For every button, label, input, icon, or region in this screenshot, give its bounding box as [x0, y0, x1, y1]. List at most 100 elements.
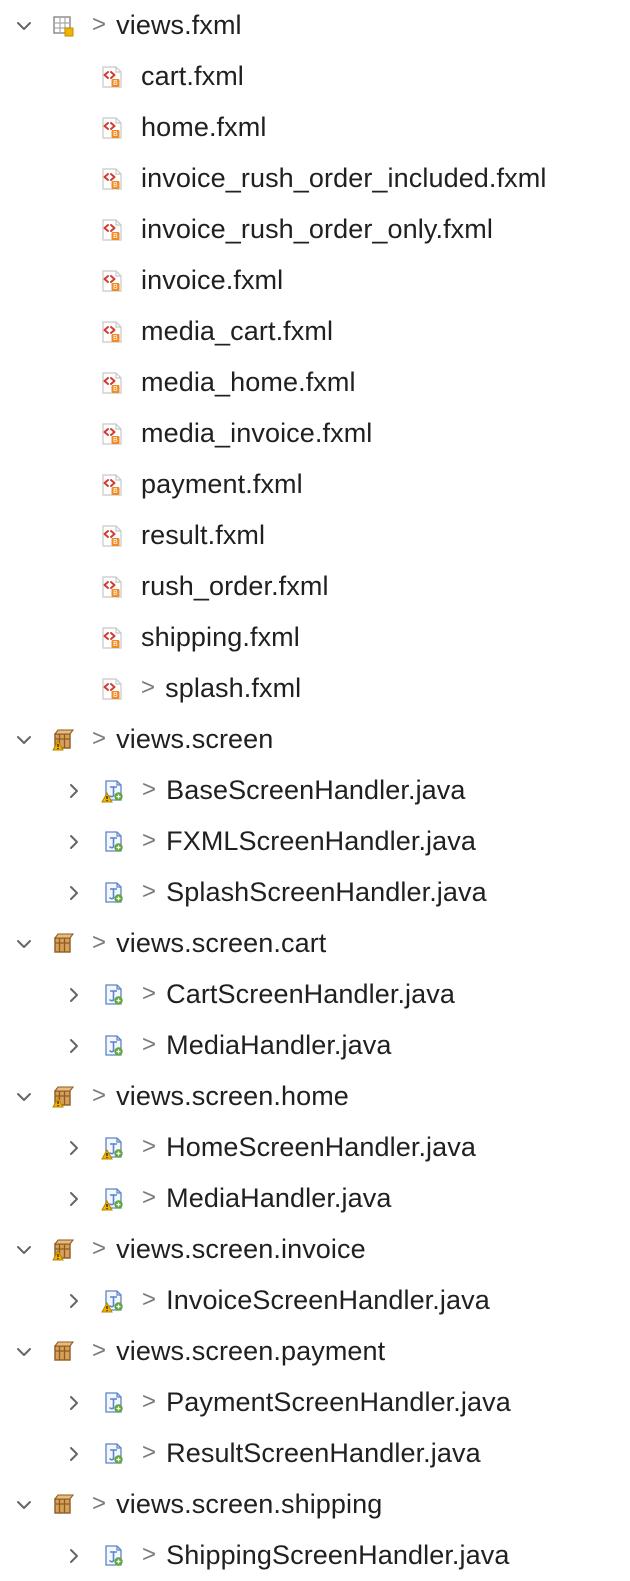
fxml-file-row[interactable]: Bresult.fxml [0, 510, 630, 561]
file-label: InvoiceScreenHandler.java [166, 1285, 490, 1315]
java-file-row[interactable]: > ShippingScreenHandler.java [0, 1530, 630, 1581]
chevron-down-icon[interactable] [10, 1338, 38, 1366]
java-file-icon [98, 827, 128, 857]
package-row[interactable]: > views.fxml [0, 0, 630, 51]
chevron-right-icon[interactable] [60, 1389, 88, 1417]
chevron-right-icon[interactable] [60, 1440, 88, 1468]
decorator-chevron: > [92, 724, 107, 752]
chevron-right-icon[interactable] [60, 981, 88, 1009]
svg-text:B: B [113, 283, 118, 291]
chevron-right-icon[interactable] [60, 1287, 88, 1315]
fxml-file-icon: B [97, 368, 127, 398]
file-label: PaymentScreenHandler.java [166, 1387, 511, 1417]
decorator-chevron: > [142, 1030, 157, 1058]
file-label: rush_order.fxml [141, 571, 329, 601]
svg-text:B: B [113, 181, 118, 189]
decorator-chevron: > [92, 928, 107, 956]
fxml-file-row[interactable]: Brush_order.fxml [0, 561, 630, 612]
package-warning-icon [48, 1082, 78, 1112]
decorator-chevron: > [142, 1438, 157, 1466]
file-label: result.fxml [141, 520, 266, 550]
fxml-file-row[interactable]: Bshipping.fxml [0, 612, 630, 663]
svg-text:B: B [113, 79, 118, 87]
java-file-warning-icon [98, 1184, 128, 1214]
chevron-right-icon[interactable] [60, 1542, 88, 1570]
decorator-chevron: > [92, 10, 107, 38]
package-row[interactable]: > views.screen.cart [0, 918, 630, 969]
empty-package-icon [48, 11, 78, 41]
fxml-file-icon: B [97, 62, 127, 92]
file-label: splash.fxml [165, 673, 302, 703]
chevron-right-icon[interactable] [60, 828, 88, 856]
java-file-warning-icon [98, 1286, 128, 1316]
package-label: views.screen.cart [116, 928, 327, 958]
fxml-file-row[interactable]: Bcart.fxml [0, 51, 630, 102]
chevron-down-icon[interactable] [10, 930, 38, 958]
java-file-icon [98, 1031, 128, 1061]
chevron-down-icon[interactable] [10, 12, 38, 40]
package-explorer-tree: > views.fxml Bcart.fxml Bhome.fxml Binvoice_… [0, 0, 630, 1569]
file-label: ShippingScreenHandler.java [166, 1540, 510, 1570]
chevron-right-icon[interactable] [60, 1185, 88, 1213]
java-file-row[interactable]: > FXMLScreenHandler.java [0, 816, 630, 867]
chevron-right-icon[interactable] [60, 1032, 88, 1060]
fxml-file-row[interactable]: Bhome.fxml [0, 102, 630, 153]
java-file-icon [98, 1439, 128, 1469]
decorator-chevron: > [142, 1285, 157, 1313]
svg-text:B: B [113, 538, 118, 546]
decorator-chevron: > [141, 673, 156, 701]
fxml-file-icon: B [97, 266, 127, 296]
java-file-row[interactable]: > ResultScreenHandler.java [0, 1428, 630, 1479]
svg-text:B: B [113, 691, 118, 699]
decorator-chevron: > [92, 1489, 107, 1517]
package-row[interactable]: > views.screen.payment [0, 1326, 630, 1377]
fxml-file-row[interactable]: Bpayment.fxml [0, 459, 630, 510]
fxml-file-icon: B [97, 419, 127, 449]
package-icon [48, 1337, 78, 1367]
package-row[interactable]: > views.screen.invoice [0, 1224, 630, 1275]
fxml-file-icon: B [97, 623, 127, 653]
chevron-down-icon[interactable] [10, 1083, 38, 1111]
java-file-row[interactable]: > MediaHandler.java [0, 1173, 630, 1224]
java-file-icon [98, 980, 128, 1010]
java-file-row[interactable]: > SplashScreenHandler.java [0, 867, 630, 918]
file-label: shipping.fxml [141, 622, 300, 652]
file-label: media_cart.fxml [141, 316, 334, 346]
java-file-row[interactable]: > InvoiceScreenHandler.java [0, 1275, 630, 1326]
java-file-row[interactable]: > PaymentScreenHandler.java [0, 1377, 630, 1428]
chevron-right-icon[interactable] [60, 777, 88, 805]
fxml-file-row[interactable]: Bmedia_invoice.fxml [0, 408, 630, 459]
fxml-file-row[interactable]: Bmedia_cart.fxml [0, 306, 630, 357]
chevron-down-icon[interactable] [10, 1236, 38, 1264]
fxml-file-icon: B [97, 674, 127, 704]
decorator-chevron: > [92, 1081, 107, 1109]
fxml-file-row[interactable]: B > splash.fxml [0, 663, 630, 714]
package-row[interactable]: > views.screen.home [0, 1071, 630, 1122]
decorator-chevron: > [92, 1336, 107, 1364]
chevron-down-icon[interactable] [10, 1491, 38, 1519]
package-row[interactable]: > views.screen.shipping [0, 1479, 630, 1530]
package-warning-icon [48, 1235, 78, 1265]
fxml-file-row[interactable]: Binvoice.fxml [0, 255, 630, 306]
java-file-row[interactable]: > MediaHandler.java [0, 1020, 630, 1071]
chevron-right-icon[interactable] [60, 879, 88, 907]
chevron-down-icon[interactable] [10, 726, 38, 754]
file-label: SplashScreenHandler.java [166, 877, 487, 907]
java-file-row[interactable]: > HomeScreenHandler.java [0, 1122, 630, 1173]
fxml-file-row[interactable]: Binvoice_rush_order_only.fxml [0, 204, 630, 255]
file-label: CartScreenHandler.java [166, 979, 455, 1009]
decorator-chevron: > [142, 877, 157, 905]
java-file-icon [98, 1541, 128, 1571]
decorator-chevron: > [142, 1183, 157, 1211]
java-file-icon [98, 1388, 128, 1418]
package-label: views.screen.home [116, 1081, 349, 1111]
fxml-file-icon: B [97, 521, 127, 551]
fxml-file-row[interactable]: Binvoice_rush_order_included.fxml [0, 153, 630, 204]
java-file-row[interactable]: > CartScreenHandler.java [0, 969, 630, 1020]
svg-text:B: B [113, 436, 118, 444]
chevron-right-icon[interactable] [60, 1134, 88, 1162]
java-file-row[interactable]: > BaseScreenHandler.java [0, 765, 630, 816]
file-label: invoice.fxml [141, 265, 284, 295]
fxml-file-row[interactable]: Bmedia_home.fxml [0, 357, 630, 408]
package-row[interactable]: > views.screen [0, 714, 630, 765]
